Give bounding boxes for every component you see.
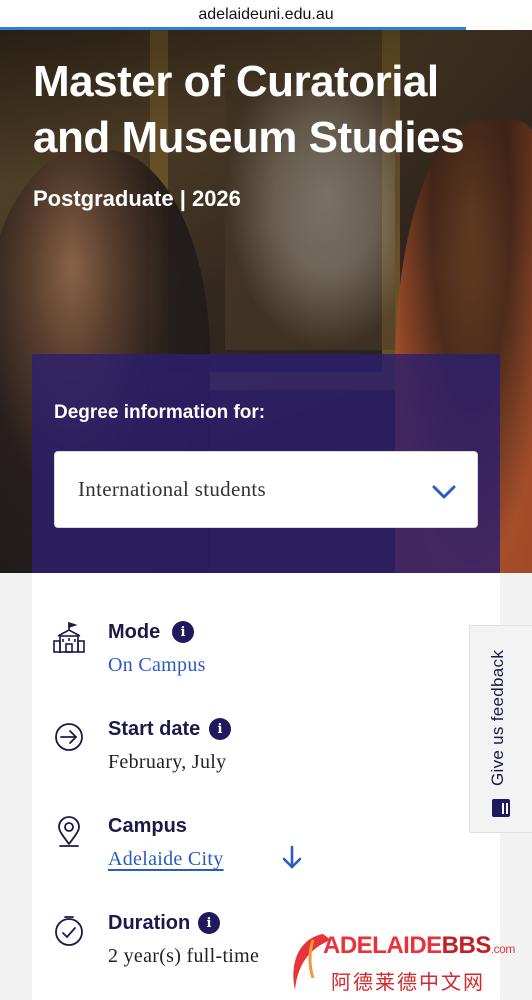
url-text: adelaideuni.edu.au — [198, 6, 334, 23]
feedback-tab[interactable]: Give us feedback — [469, 625, 532, 833]
duration-info-icon[interactable]: i — [198, 912, 220, 934]
mode-info-icon[interactable]: i — [172, 621, 194, 643]
page-subtitle: Postgraduate | 2026 — [33, 186, 241, 211]
clock-icon — [55, 916, 83, 946]
start-date-value: February, July — [108, 751, 227, 773]
mode-label: Mode — [108, 621, 161, 643]
feedback-icon — [492, 799, 510, 817]
watermark-brand: ADELAIDEBBS.com — [323, 932, 515, 959]
campus-label: Campus — [108, 815, 187, 837]
school-building-icon — [53, 621, 85, 653]
degree-info-label: Degree information for: — [54, 402, 266, 423]
page-title: Master of Curatorial and Museum Studies — [33, 57, 465, 162]
watermark-chinese: 阿德莱德中文网 — [331, 970, 485, 994]
watermark: ADELAIDEBBS.com 阿德莱德中文网 — [283, 922, 528, 1000]
address-bar[interactable]: adelaideuni.edu.au — [0, 0, 532, 30]
duration-label: Duration — [108, 912, 191, 934]
feedback-label: Give us feedback — [488, 649, 507, 786]
chevron-down-icon — [432, 485, 456, 499]
start-date-info-icon[interactable]: i — [209, 718, 231, 740]
student-type-selected: International students — [78, 477, 266, 501]
campus-link[interactable]: Adelaide City — [108, 848, 224, 871]
arrow-down-icon[interactable] — [280, 845, 304, 871]
start-date-label: Start date — [108, 718, 201, 740]
duration-value: 2 year(s) full-time — [108, 945, 260, 967]
student-type-select[interactable]: International students — [54, 451, 478, 528]
location-pin-icon — [58, 816, 80, 847]
arrow-circle-right-icon — [55, 723, 83, 751]
degree-info-panel: Degree information for: International st… — [32, 354, 500, 573]
mode-value[interactable]: On Campus — [108, 654, 206, 677]
